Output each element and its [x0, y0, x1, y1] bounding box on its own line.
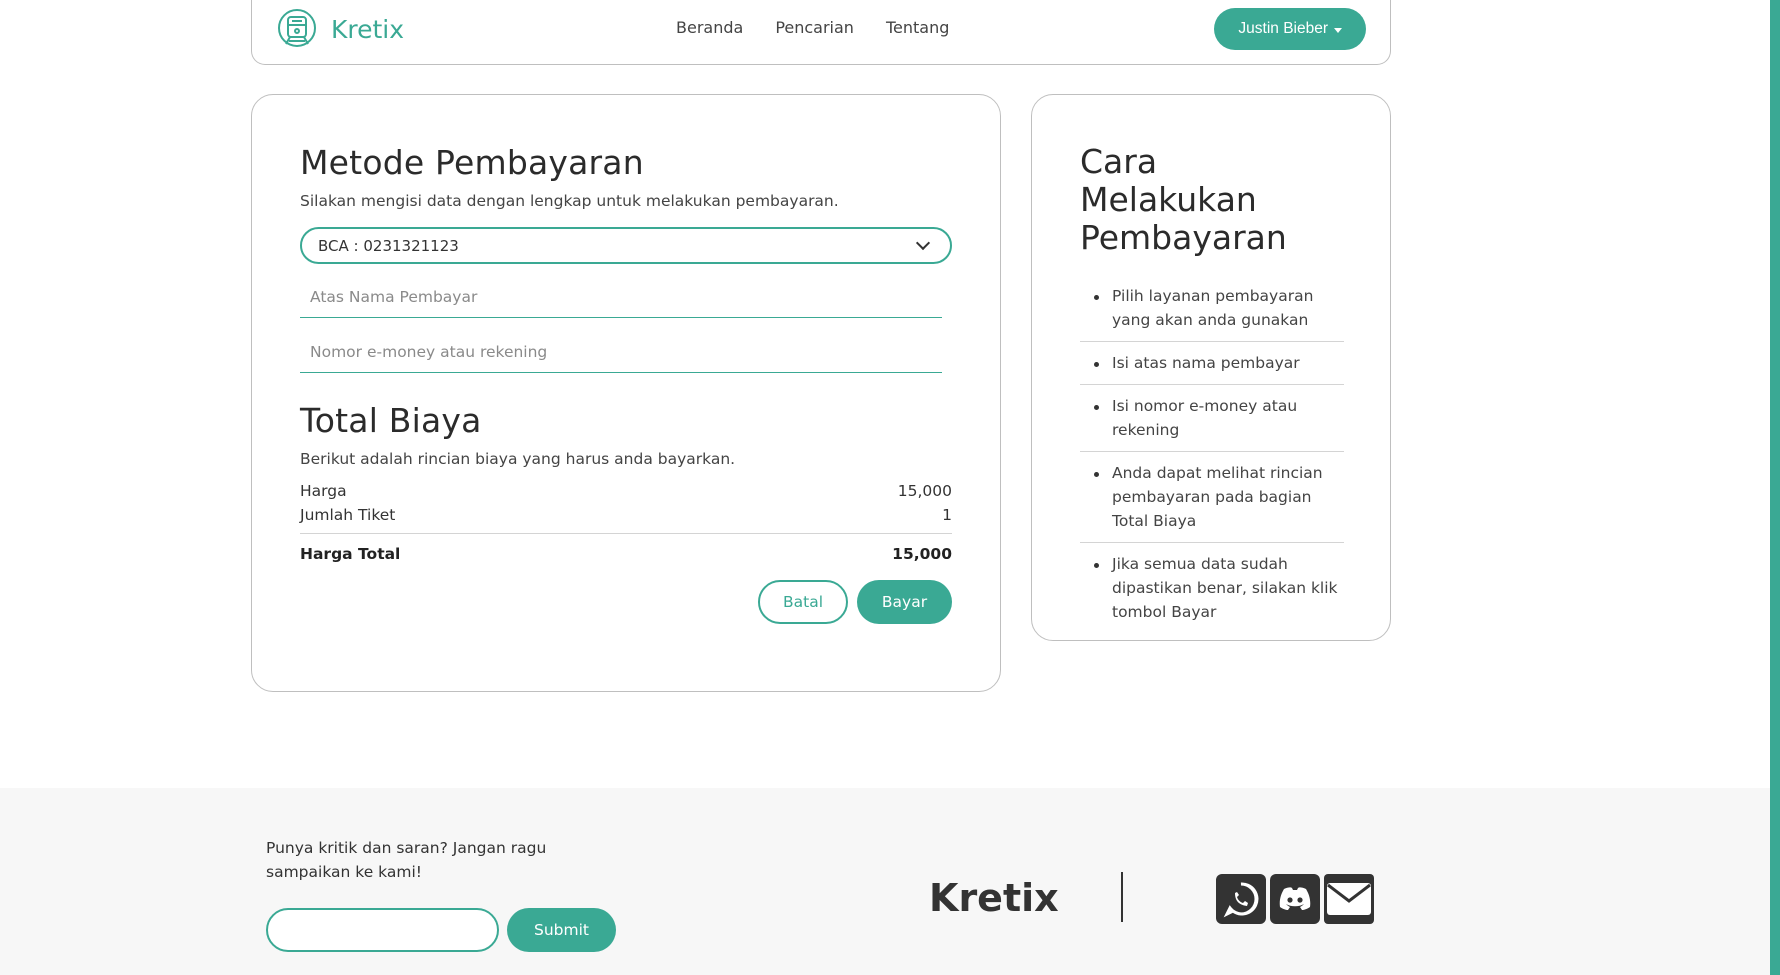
brand[interactable]: Kretix — [277, 8, 404, 50]
mail-icon[interactable] — [1324, 874, 1374, 924]
payment-card: Metode Pembayaran Silakan mengisi data d… — [251, 94, 1001, 692]
user-menu-button[interactable]: Justin Bieber — [1214, 8, 1366, 50]
price-row: Harga 15,000 — [300, 482, 952, 500]
feedback-text: Punya kritik dan saran? Jangan ragu samp… — [266, 839, 547, 881]
guide-card: Cara Melakukan Pembayaran Pilih layanan … — [1031, 94, 1391, 641]
navbar: Kretix Beranda Pencarian Tentang Justin … — [251, 0, 1391, 65]
pay-button[interactable]: Bayar — [857, 580, 952, 624]
footer-separator — [1121, 872, 1123, 922]
guide-step: Jika semua data sudah dipastikan benar, … — [1080, 543, 1344, 633]
chevron-down-icon — [915, 235, 931, 251]
submit-button[interactable]: Submit — [507, 908, 616, 952]
account-number-input[interactable] — [300, 331, 942, 373]
divider — [300, 533, 952, 534]
nav-pencarian[interactable]: Pencarian — [775, 18, 854, 37]
total-label: Harga Total — [300, 545, 401, 563]
guide-step: Isi nomor e-money atau rekening — [1080, 385, 1344, 452]
total-row: Harga Total 15,000 — [300, 545, 952, 563]
payment-actions: Batal Bayar — [300, 580, 952, 624]
qty-label: Jumlah Tiket — [300, 506, 396, 524]
guide-step: Anda dapat melihat rincian pembayaran pa… — [1080, 452, 1344, 543]
feedback-input[interactable] — [266, 908, 499, 952]
guide-step: Pilih layanan pembayaran yang akan anda … — [1080, 275, 1344, 342]
payment-title: Metode Pembayaran — [300, 143, 644, 182]
brand-name: Kretix — [331, 14, 405, 44]
payer-name-input[interactable] — [300, 276, 942, 318]
nav-tentang[interactable]: Tentang — [886, 18, 949, 37]
guide-title: Cara Melakukan Pembayaran — [1080, 142, 1287, 257]
total-value: 15,000 — [892, 545, 952, 563]
payment-method-select[interactable]: BCA : 0231321123 — [300, 227, 952, 264]
social-links — [1216, 874, 1374, 924]
footer-brand: Kretix — [929, 876, 1059, 920]
total-title: Total Biaya — [300, 401, 482, 440]
guide-step: Isi atas nama pembayar — [1080, 342, 1344, 385]
qty-value: 1 — [942, 506, 952, 524]
guide-steps: Pilih layanan pembayaran yang akan anda … — [1080, 275, 1344, 633]
price-label: Harga — [300, 482, 347, 500]
nav-links: Beranda Pencarian Tentang — [676, 18, 949, 37]
cancel-button[interactable]: Batal — [758, 580, 848, 624]
discord-icon[interactable] — [1270, 874, 1320, 924]
payment-subtitle: Silakan mengisi data dengan lengkap untu… — [300, 192, 839, 210]
whatsapp-icon[interactable] — [1216, 874, 1266, 924]
scrollbar-accent — [1770, 0, 1780, 975]
payment-method-value: BCA : 0231321123 — [318, 236, 459, 255]
price-value: 15,000 — [897, 482, 952, 500]
user-name: Justin Bieber — [1238, 20, 1328, 37]
footer: Punya kritik dan saran? Jangan ragu samp… — [0, 788, 1770, 975]
qty-row: Jumlah Tiket 1 — [300, 506, 952, 524]
train-logo-icon — [278, 9, 316, 47]
total-subtitle: Berikut adalah rincian biaya yang harus … — [300, 450, 736, 468]
caret-down-icon — [1334, 27, 1342, 33]
nav-beranda[interactable]: Beranda — [676, 18, 743, 37]
